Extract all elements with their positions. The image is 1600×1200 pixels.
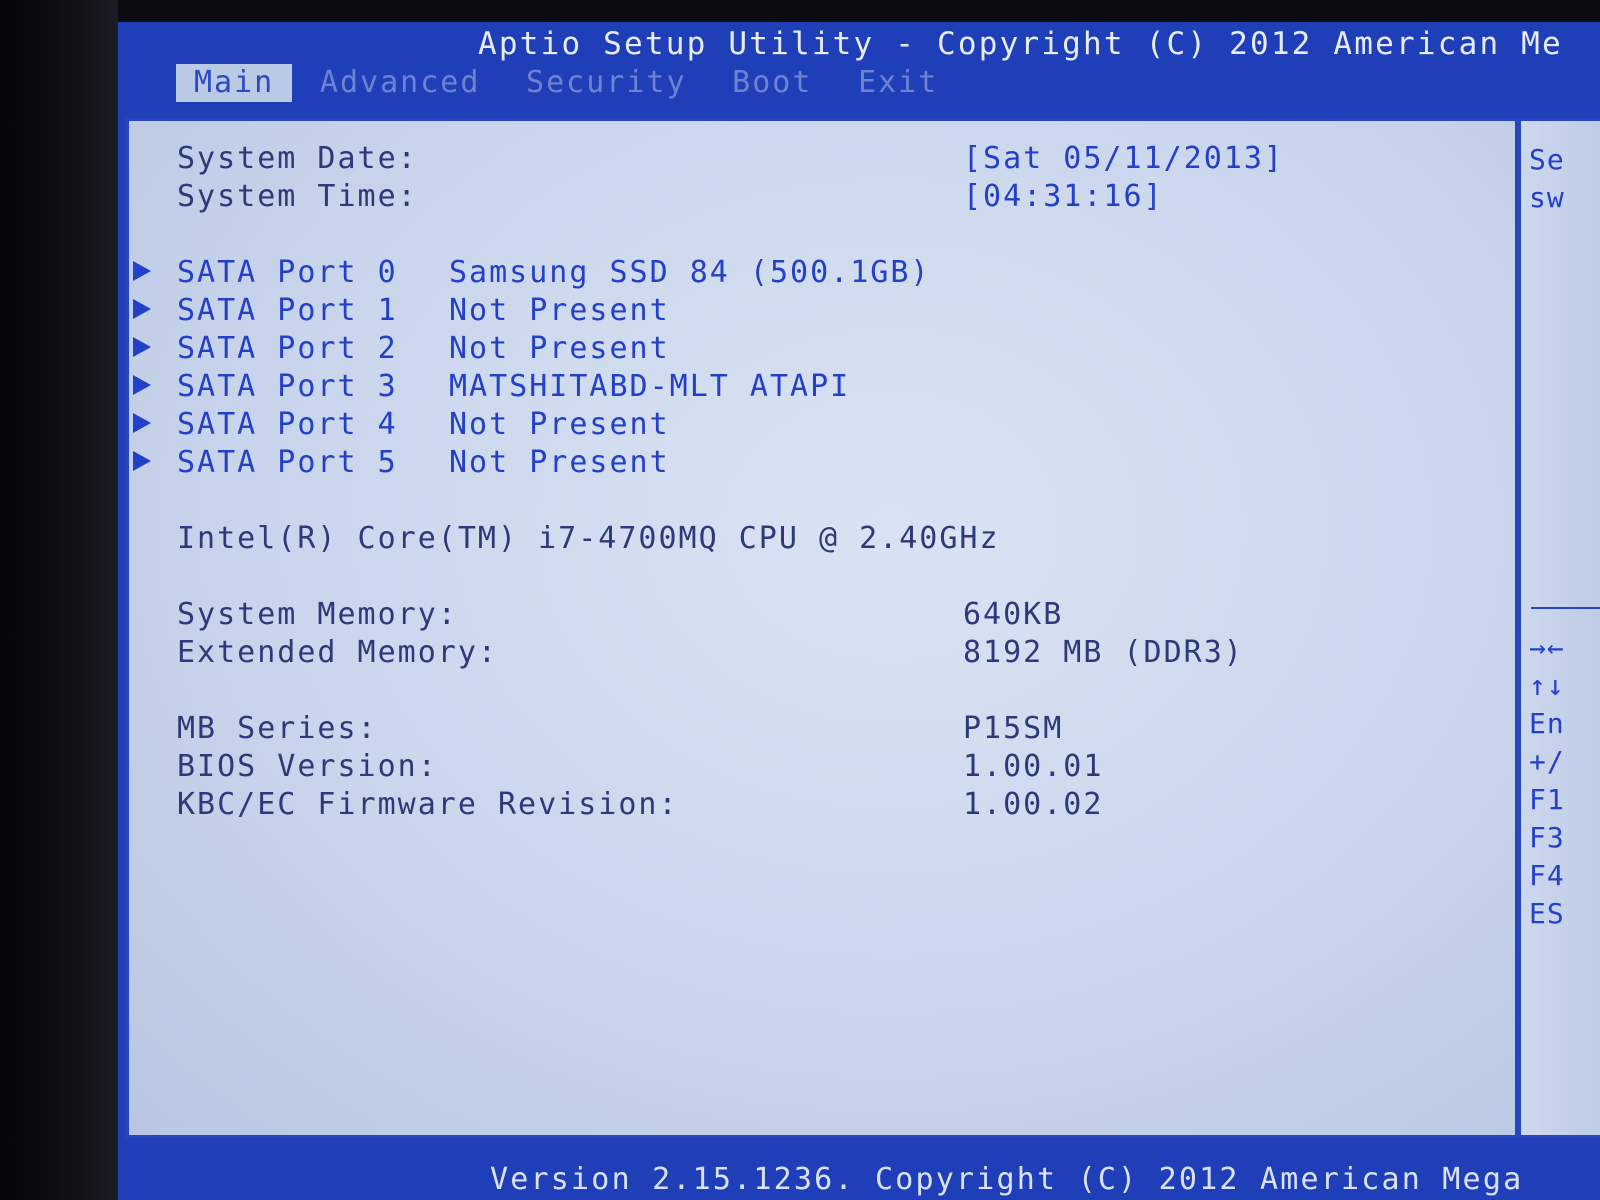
cpu-info: Intel(R) Core(TM) i7-4700MQ CPU @ 2.40GH…: [177, 521, 1000, 556]
footer-version-text: Version 2.15.1236. Copyright (C) 2012 Am…: [490, 1162, 1524, 1197]
bios-version-value: 1.00.01: [963, 749, 1104, 784]
monitor-bezel: [0, 0, 118, 1200]
sata-port-device: MATSHITABD-MLT ATAPI: [449, 369, 851, 404]
tab-boot[interactable]: Boot: [714, 64, 830, 102]
sata-port-device: Not Present: [449, 445, 670, 480]
bios-title: Aptio Setup Utility - Copyright (C) 2012…: [478, 26, 1563, 62]
key-hint: F3: [1529, 821, 1565, 854]
tab-security[interactable]: Security: [508, 64, 705, 102]
submenu-arrow-icon: [133, 413, 151, 433]
tab-bar: Main Advanced Security Boot Exit: [176, 64, 956, 102]
bios-version-label: BIOS Version:: [177, 749, 438, 784]
system-memory-value: 640KB: [963, 597, 1064, 632]
mb-series-value: P15SM: [963, 711, 1064, 746]
sata-port-device: Samsung SSD 84 (500.1GB): [449, 255, 931, 290]
mb-series-label: MB Series:: [177, 711, 378, 746]
kbc-ec-firmware-label: KBC/EC Firmware Revision:: [177, 787, 679, 822]
system-date-value[interactable]: [Sat 05/11/2013]: [963, 141, 1284, 176]
system-time-value[interactable]: [04:31:16]: [963, 179, 1164, 214]
extended-memory-label: Extended Memory:: [177, 635, 498, 670]
sata-port-label: SATA Port 3: [177, 369, 398, 404]
kbc-ec-firmware-value: 1.00.02: [963, 787, 1104, 822]
sata-port-device: Not Present: [449, 407, 670, 442]
bios-screen: Aptio Setup Utility - Copyright (C) 2012…: [118, 22, 1600, 1200]
tab-advanced[interactable]: Advanced: [302, 64, 499, 102]
key-hint: F4: [1529, 859, 1565, 892]
tab-main[interactable]: Main: [176, 64, 293, 102]
sata-port-label: SATA Port 0: [177, 255, 398, 290]
key-hint: F1: [1529, 783, 1565, 816]
main-settings-panel: System Date: [Sat 05/11/2013] System Tim…: [126, 118, 1518, 1138]
sata-port-device: Not Present: [449, 293, 670, 328]
submenu-arrow-icon: [133, 299, 151, 319]
sata-port-label: SATA Port 4: [177, 407, 398, 442]
help-description-line: Se: [1529, 143, 1565, 176]
help-panel: Se sw →← ↑↓ En +/ F1 F3 F4 ES: [1518, 118, 1600, 1138]
submenu-arrow-icon: [133, 451, 151, 471]
sata-port-label: SATA Port 2: [177, 331, 398, 366]
tab-exit[interactable]: Exit: [840, 64, 956, 102]
key-hint: En: [1529, 707, 1565, 740]
extended-memory-value: 8192 MB (DDR3): [963, 635, 1244, 670]
system-time-label: System Time:: [177, 179, 418, 214]
help-description-line: sw: [1529, 181, 1565, 214]
submenu-arrow-icon: [133, 261, 151, 281]
key-hint: +/: [1529, 745, 1565, 778]
footer-bar: Version 2.15.1236. Copyright (C) 2012 Am…: [118, 1138, 1600, 1200]
key-select-screen-icon: →←: [1529, 631, 1565, 664]
submenu-arrow-icon: [133, 375, 151, 395]
key-select-item-icon: ↑↓: [1529, 669, 1565, 702]
sata-port-label: SATA Port 1: [177, 293, 398, 328]
help-divider: [1531, 607, 1600, 609]
system-date-label: System Date:: [177, 141, 418, 176]
sata-port-device: Not Present: [449, 331, 670, 366]
submenu-arrow-icon: [133, 337, 151, 357]
sata-port-label: SATA Port 5: [177, 445, 398, 480]
system-memory-label: System Memory:: [177, 597, 458, 632]
key-hint: ES: [1529, 897, 1565, 930]
